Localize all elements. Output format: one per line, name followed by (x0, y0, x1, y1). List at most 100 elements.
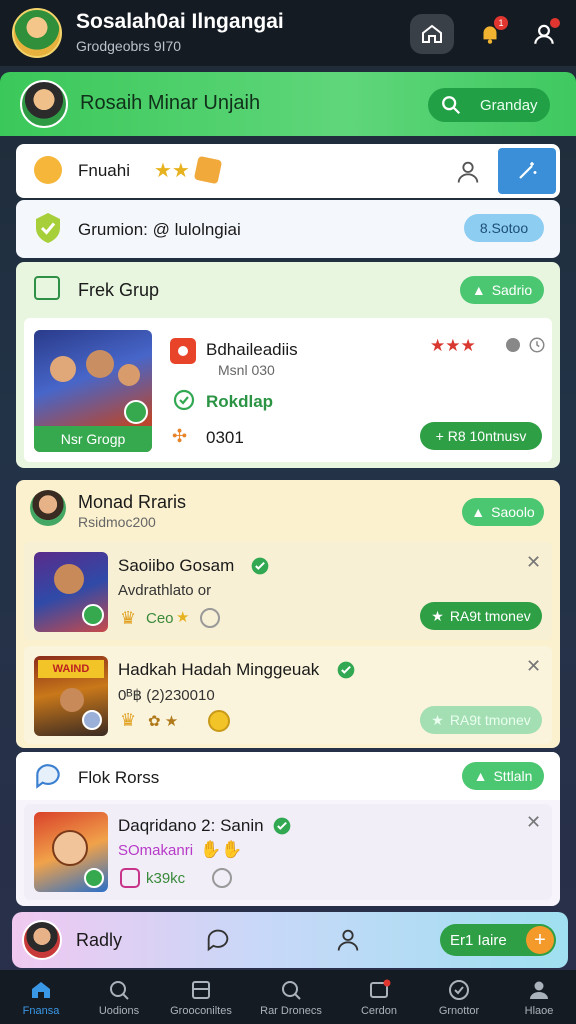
profile-bar: Radly Er1 Iaire + (12, 912, 568, 968)
shield-check-icon (36, 213, 60, 243)
nav-item-uodions[interactable]: Uodions (78, 970, 160, 1024)
monad-section: Monad Rraris Rsidmoc200 ▲ Saoolo Saoiibo… (16, 480, 560, 748)
face-icon (60, 688, 84, 712)
user-outline-icon[interactable] (334, 926, 362, 954)
chat-icon[interactable] (204, 926, 232, 954)
search-icon (110, 980, 129, 1000)
fnuahi-card: Fnuahi ★★ (16, 144, 560, 198)
list-item[interactable]: WAIND Hadkah Hadah Minggeuak 0ᴮ฿ (2)2300… (24, 646, 552, 744)
grumion-button[interactable]: 8.Sotoo (464, 214, 544, 242)
person-icon: ▲ (471, 282, 486, 298)
flok-button[interactable]: ▲ Sttlaln (462, 762, 544, 790)
clock-icon (200, 608, 220, 628)
nav-item-cerdon[interactable]: Cerdon (338, 970, 420, 1024)
item-thumbnail: WAIND (34, 656, 108, 736)
clock-icon (529, 337, 545, 353)
nav-item-grnottor[interactable]: Grnottor (418, 970, 500, 1024)
item-action-button[interactable]: ★ RA9t tmonev (420, 706, 542, 734)
monad-title: Monad Rraris (78, 492, 187, 512)
app-subtitle: Grodgeobrs 9I70 (76, 38, 182, 54)
group-item-status: Rokdlap (206, 392, 274, 411)
star-icon: ★ (176, 609, 190, 626)
sparkle-icon: ✿ ★ (148, 713, 179, 730)
coin-icon (208, 710, 230, 732)
nav-label: Uodions (98, 1004, 140, 1017)
home-icon (32, 981, 50, 998)
header-action-button[interactable]: Granday (428, 88, 550, 122)
plus-icon: + (526, 926, 554, 954)
flok-button-label: Sttlaln (493, 768, 533, 784)
group-item-action-button[interactable]: + R8 10ntnusv (420, 422, 542, 450)
nav-item-grooconiltes[interactable]: Grooconiltes (160, 970, 242, 1024)
item-name: Hadkah Hadah Minggeuak (118, 660, 320, 679)
nav-label: Cerdon (360, 1004, 398, 1017)
item-tag: Ceo (146, 610, 174, 627)
fnuahi-label: Fnuahi (78, 161, 130, 180)
face-icon (54, 564, 84, 594)
nav-label: Fnansa (22, 1004, 60, 1017)
item-thumbnail (34, 552, 108, 632)
group-thumbnail: Nsr Grogp (34, 330, 152, 452)
monad-avatar (30, 490, 66, 526)
search-icon (282, 980, 301, 1000)
badge-icon (193, 155, 223, 185)
nav-item-hlaoe[interactable]: Hlaoe (498, 970, 576, 1024)
user-outline-icon[interactable] (454, 158, 482, 186)
close-icon[interactable]: ✕ (526, 812, 541, 833)
close-icon[interactable]: ✕ (526, 552, 541, 573)
nav-label: Grooconiltes (170, 1004, 232, 1017)
list-item[interactable]: Daqridano 2: Sanin SOmakanri ✋✋ k39kc ✕ (24, 804, 552, 900)
item-count: k39kc (146, 870, 186, 887)
item-thumbnail (34, 812, 108, 892)
badge-icon (82, 710, 102, 730)
account-button[interactable] (522, 14, 566, 54)
group-icon (34, 276, 60, 300)
monad-button[interactable]: ▲ Saoolo (462, 498, 544, 526)
frek-grup-title: Frek Grup (78, 280, 160, 300)
grumion-card: Grumion: @ lulolngiai 8.Sotoo (16, 200, 560, 258)
face-icon (118, 364, 140, 386)
flok-section: Flok Rorss ▲ Sttlaln Daqridano 2: Sanin … (16, 752, 560, 906)
item-action-label: RA9t tmonev (449, 608, 531, 624)
group-list-item[interactable]: Nsr Grogp Bdhaileadiis Msnl 030 Rokdlap … (24, 318, 552, 462)
group-avatar[interactable] (20, 80, 68, 128)
top-app-bar: Sosalah0ai Ilngangai Grodgeobrs 9I70 1 (0, 0, 576, 66)
item-meta: 0ᴮ฿ (2)230010 (118, 687, 215, 704)
layers-icon (192, 980, 210, 999)
profile-action-button[interactable]: Er1 Iaire + (440, 924, 556, 956)
thumb-sign: WAIND (38, 660, 104, 678)
group-title: Rosaih Minar Unjaih (80, 92, 261, 114)
crown-icon: ♛ (120, 608, 137, 628)
edit-button[interactable] (498, 148, 556, 194)
clock-icon (212, 868, 232, 888)
item-meta: Avdrathlato or (118, 582, 212, 599)
home-icon (422, 24, 442, 43)
nav-item-rar-dronecs[interactable]: Rar Dronecs (246, 970, 336, 1024)
nav-label: Grnottor (438, 1004, 480, 1017)
close-icon[interactable]: ✕ (526, 656, 541, 677)
search-icon (442, 96, 461, 115)
app-avatar[interactable] (12, 8, 62, 58)
person-icon: ▲ (471, 504, 486, 520)
list-item[interactable]: Saoiibo Gosam Avdrathlato or ♛ Ceo ★ ✕ ★… (24, 542, 552, 640)
link-icon: ✣ (172, 426, 188, 446)
home-button[interactable] (410, 14, 454, 54)
frek-grup-section: Frek Grup ▲ Sadrio Nsr Grogp Bdhaileadii… (16, 262, 560, 468)
check-circle-icon (173, 389, 195, 411)
frek-grup-button[interactable]: ▲ Sadrio (460, 276, 544, 304)
nav-item-home[interactable]: Fnansa (0, 970, 82, 1024)
item-action-button[interactable]: ★ RA9t tmonev (420, 602, 542, 630)
item-action-label: RA9t tmonev (449, 712, 531, 728)
bottom-navigation: Fnansa Uodions Grooconiltes Rar Dronecs … (0, 970, 576, 1024)
wand-icon (519, 162, 537, 179)
face-icon (86, 350, 114, 378)
notifications-button[interactable]: 1 (468, 14, 512, 54)
status-dot-icon (506, 338, 520, 352)
profile-action-label: Er1 Iaire (450, 931, 507, 949)
thumb-label: Nsr Grogp (34, 426, 152, 452)
item-name: Daqridano 2: Sanin (118, 816, 264, 835)
emoji-icon (34, 156, 62, 184)
nav-label: Hlaoe (524, 1004, 554, 1017)
profile-avatar[interactable] (22, 920, 62, 960)
camera-icon (120, 868, 140, 888)
